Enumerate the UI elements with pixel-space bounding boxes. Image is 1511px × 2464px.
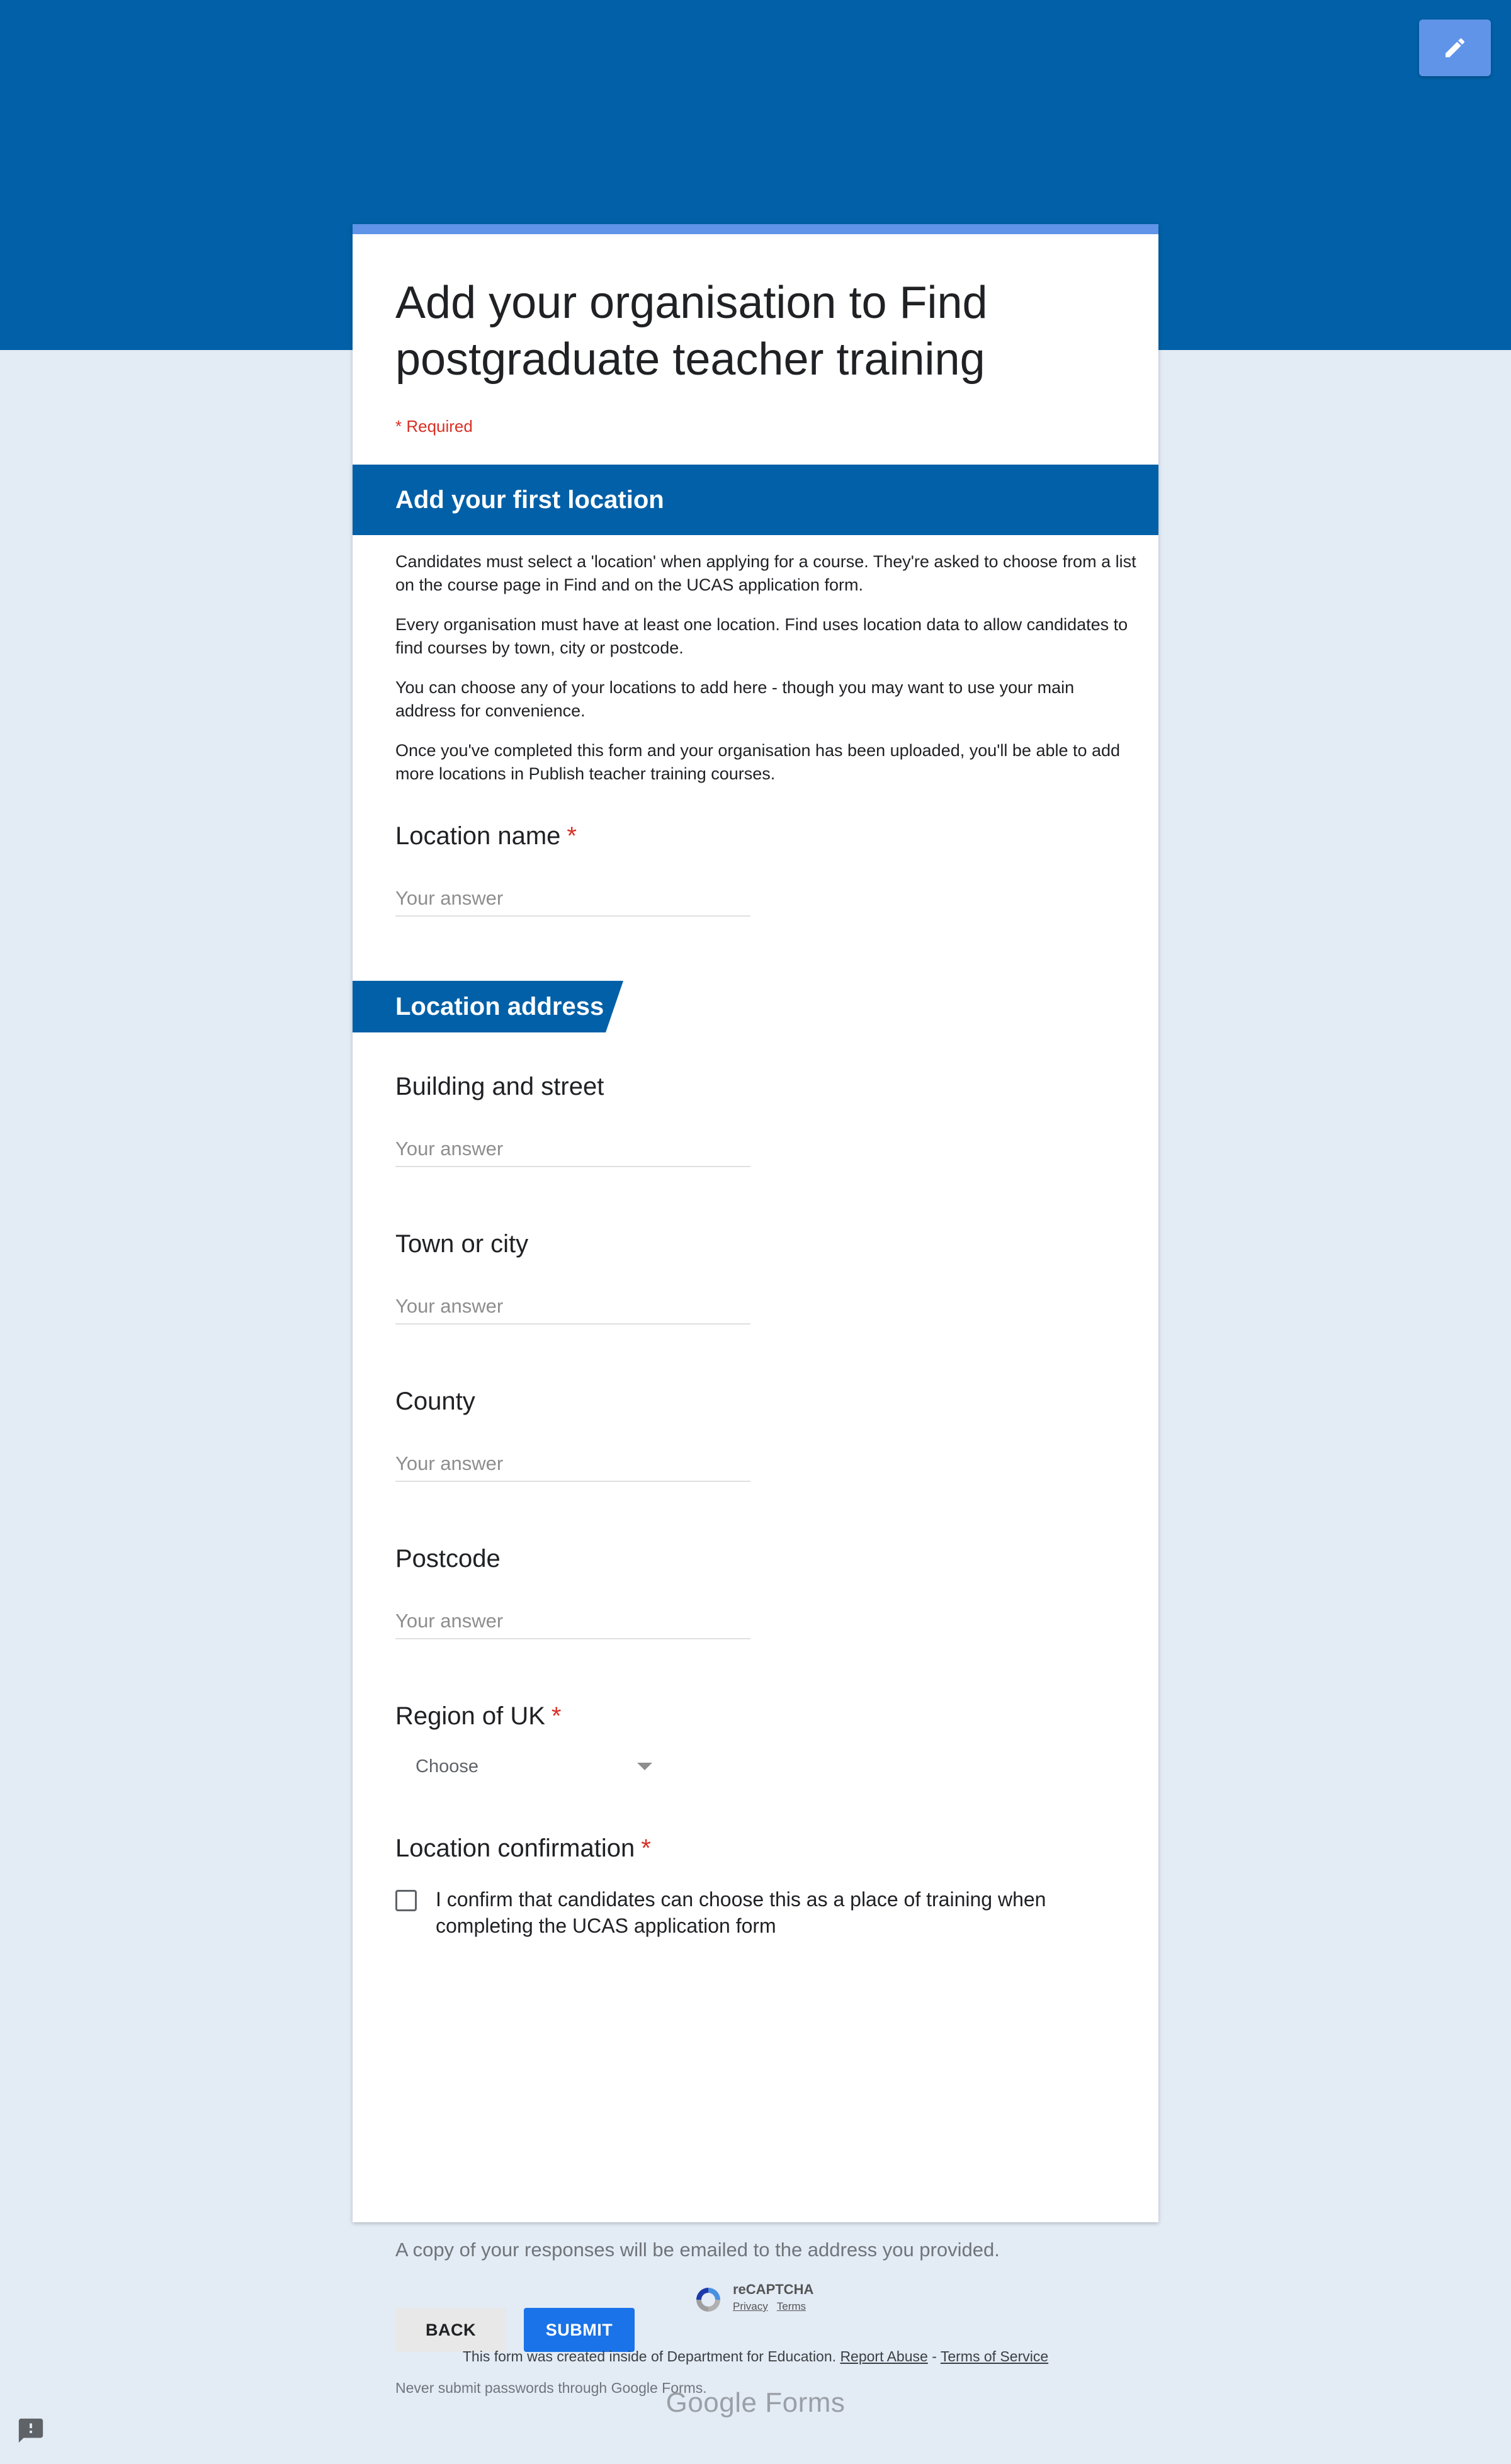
required-note: * Required [395,417,473,436]
google-wordmark: Google [665,2387,757,2418]
terms-of-service-link[interactable]: Terms of Service [941,2348,1048,2365]
recaptcha-logo-icon [696,2288,720,2312]
region-label: Region of UK * [395,1702,562,1731]
required-asterisk: * [567,822,577,850]
report-abuse-link[interactable]: Report Abuse [840,2348,927,2365]
description-paragraph: Every organisation must have at least on… [395,615,1128,657]
location-address-header: Location address [353,981,623,1032]
recaptcha-links: Privacy Terms [733,2300,815,2313]
recaptcha-privacy-link[interactable]: Privacy [733,2300,768,2312]
description-paragraph: Candidates must select a 'location' when… [395,552,1136,594]
confirmation-checkbox-label[interactable]: I confirm that candidates can choose thi… [436,1886,1097,1939]
building-street-label: Building and street [395,1073,604,1100]
location-name-label: Location name * [395,822,577,851]
confirmation-label: Location confirmation * [395,1834,651,1863]
edit-button[interactable] [1419,20,1491,76]
postcode-input[interactable] [395,1604,750,1639]
postcode-label: Postcode [395,1545,501,1573]
feedback-icon[interactable] [16,2416,45,2445]
region-dropdown[interactable]: Choose [416,1749,667,1784]
recaptcha-badge: reCAPTCHA Privacy Terms [693,2280,831,2318]
town-city-input[interactable] [395,1289,750,1325]
confirmation-label-text: Location confirmation [395,1834,635,1862]
footer-text: This form was created inside of Departme… [0,2348,1511,2365]
county-label: County [395,1387,475,1415]
back-button[interactable]: BACK [395,2308,506,2352]
location-name-input[interactable] [395,881,750,917]
town-city-label: Town or city [395,1230,529,1258]
building-street-input[interactable] [395,1132,750,1167]
submit-button[interactable]: SUBMIT [524,2308,635,2352]
region-dropdown-value: Choose [416,1756,478,1777]
forms-wordmark: Forms [765,2387,846,2418]
description-paragraph: Once you've completed this form and your… [395,741,1121,783]
location-name-label-text: Location name [395,822,561,850]
recaptcha-terms-link[interactable]: Terms [777,2300,806,2312]
pencil-icon [1446,38,1465,57]
required-asterisk: * [551,1702,562,1730]
region-label-text: Region of UK [395,1702,545,1730]
email-copy-note: A copy of your responses will be emailed… [395,2239,1000,2261]
form-card: Add your organisation to Find postgradua… [353,224,1158,2396]
required-asterisk: * [641,1834,651,1862]
recaptcha-title: reCAPTCHA [733,2281,814,2297]
card-accent-bar [353,224,1158,234]
description-paragraph: You can choose any of your locations to … [395,678,1075,720]
chevron-down-icon [637,1763,652,1770]
form-title: Add your organisation to Find postgradua… [395,278,988,385]
google-forms-logo[interactable]: Google Forms [0,2387,1511,2419]
location-address-title: Location address [395,993,604,1020]
section-header: Add your first location [353,465,1158,535]
footer-created-text: This form was created inside of Departme… [462,2348,837,2365]
county-input[interactable] [395,1447,750,1482]
confirmation-checkbox[interactable] [395,1890,417,1911]
section-title: Add your first location [395,486,664,514]
footer-separator: - [932,2348,937,2365]
